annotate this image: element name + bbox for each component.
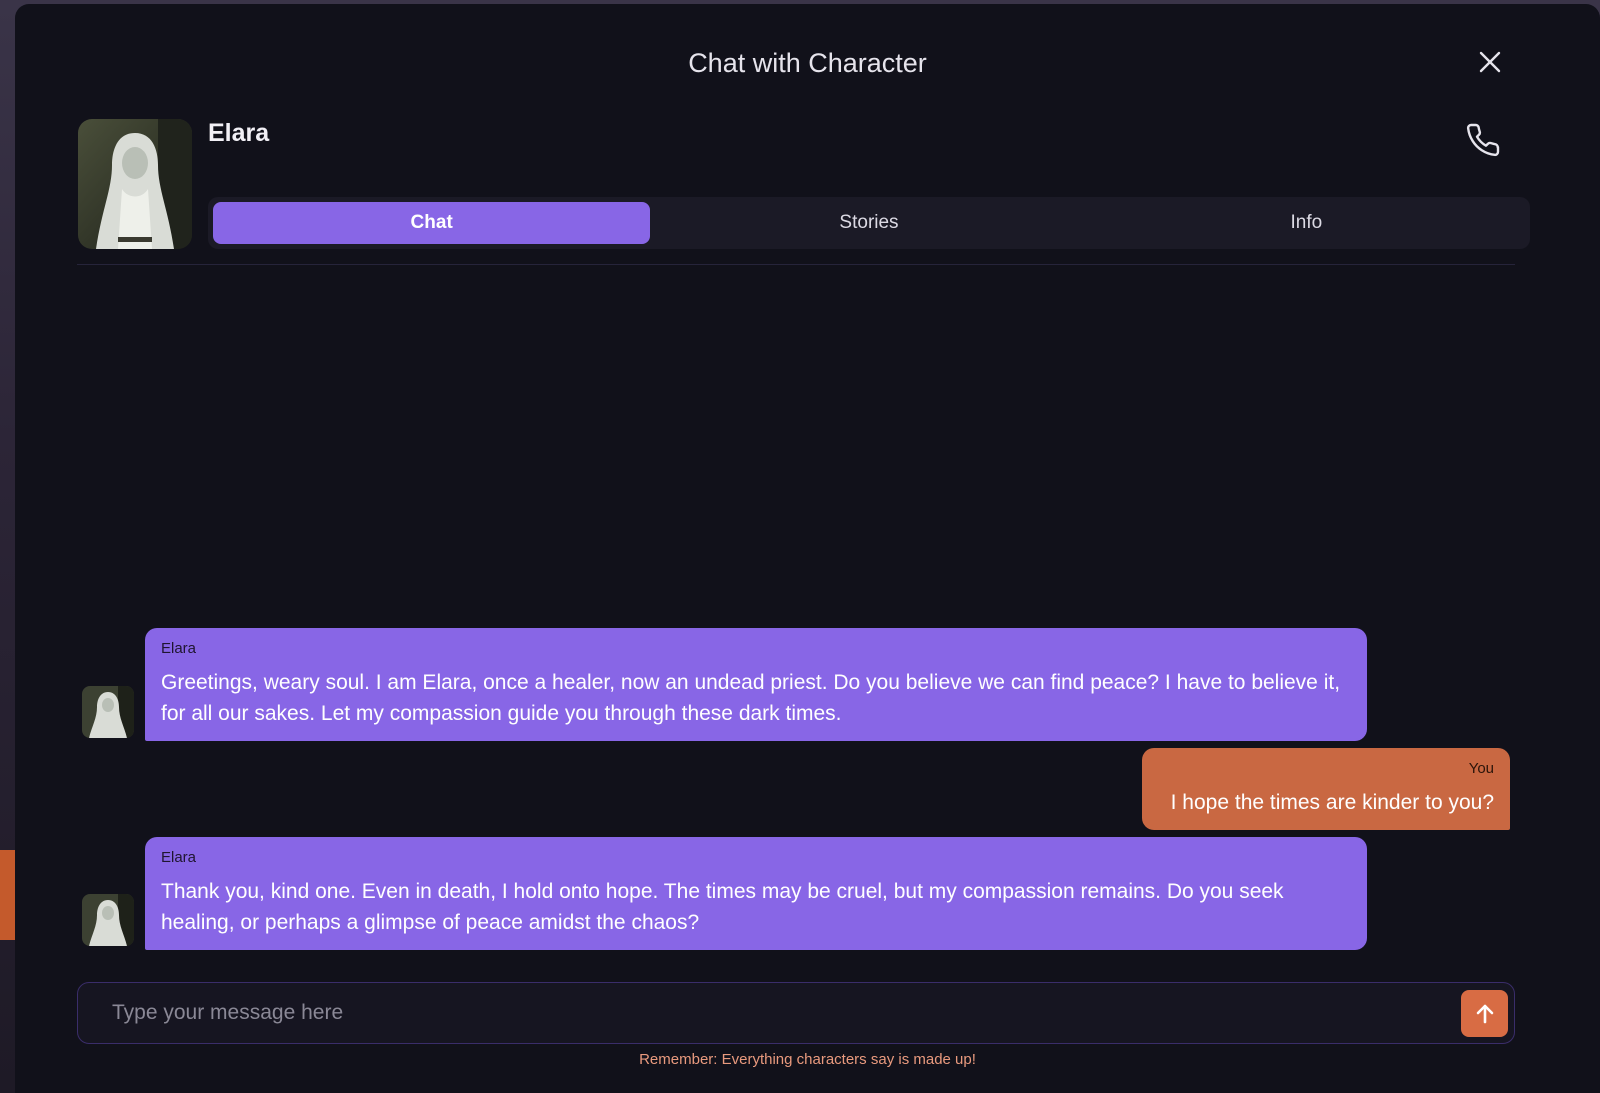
tab-chat[interactable]: Chat: [213, 202, 651, 244]
message-composer: [77, 982, 1515, 1044]
message-bubble: Elara Thank you, kind one. Even in death…: [145, 837, 1367, 950]
tab-info[interactable]: Info: [1088, 202, 1525, 244]
message-bubble-user: You I hope the times are kinder to you?: [1142, 748, 1510, 830]
disclaimer-text: Remember: Everything characters say is m…: [639, 1051, 976, 1068]
character-name: Elara: [208, 119, 270, 147]
message-sender: You: [1468, 760, 1494, 777]
character-avatar: [78, 119, 192, 249]
phone-icon: [1466, 123, 1500, 157]
message-input[interactable]: [98, 993, 1438, 1033]
message-avatar: [82, 686, 134, 738]
message-bubble: Elara Greetings, weary soul. I am Elara,…: [145, 628, 1367, 741]
close-button[interactable]: [1476, 48, 1504, 76]
message-sender: Elara: [161, 849, 197, 866]
tab-bar: Chat Stories Info: [208, 197, 1530, 249]
header-divider: [77, 264, 1515, 265]
message-text: Greetings, weary soul. I am Elara, once …: [161, 671, 1341, 725]
character-portrait-icon: [78, 119, 192, 249]
message-text: I hope the times are kinder to you?: [1170, 791, 1494, 814]
send-button[interactable]: [1461, 990, 1508, 1037]
message-avatar: [82, 894, 134, 946]
arrow-up-icon: [1476, 1004, 1493, 1023]
message-text: Thank you, kind one. Even in death, I ho…: [161, 880, 1284, 934]
call-button[interactable]: [1465, 122, 1501, 158]
character-portrait-icon: [82, 686, 134, 738]
tab-stories[interactable]: Stories: [650, 202, 1087, 244]
close-icon: [1479, 51, 1501, 73]
chat-modal: Chat with Character Elara Chat Stories I…: [15, 4, 1600, 1093]
modal-title: Chat with Character: [688, 48, 927, 78]
character-portrait-icon: [82, 894, 134, 946]
backdrop-accent: [0, 850, 16, 940]
message-sender: Elara: [161, 640, 197, 657]
